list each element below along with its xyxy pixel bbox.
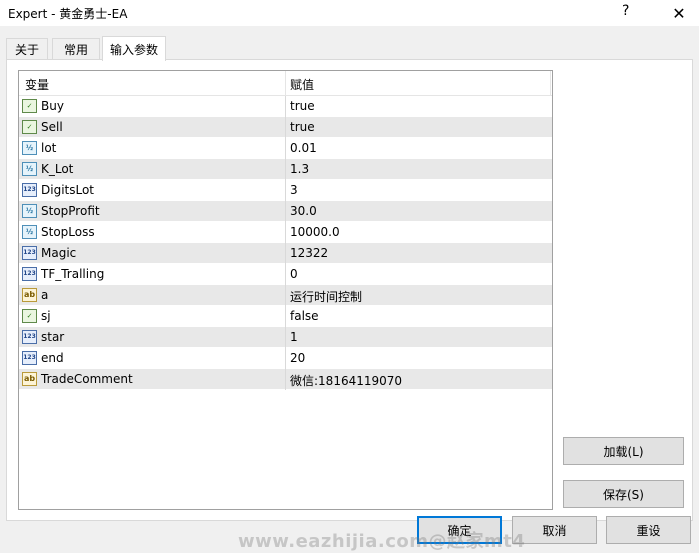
parameter-value[interactable]: 30.0 — [290, 204, 317, 218]
title-bar: Expert - 黄金勇士-EA ? ✕ — [0, 0, 699, 26]
table-row[interactable]: 123 end 20 — [19, 348, 552, 369]
parameter-value[interactable]: 0 — [290, 267, 298, 281]
table-row[interactable]: ✓ Sell true — [19, 117, 552, 138]
tab-about[interactable]: 关于 — [6, 38, 48, 60]
parameter-name: a — [41, 288, 49, 302]
parameter-value[interactable]: true — [290, 120, 315, 134]
parameter-name: sj — [41, 309, 51, 323]
table-row[interactable]: ½ lot 0.01 — [19, 138, 552, 159]
parameter-value[interactable]: 20 — [290, 351, 305, 365]
double-type-icon: ½ — [22, 225, 37, 239]
parameter-name: K_Lot — [41, 162, 74, 176]
watermark: www.eazhijia.com@赵家mt4 — [238, 531, 526, 552]
table-row[interactable]: 123 DigitsLot 3 — [19, 180, 552, 201]
parameter-name: StopProfit — [41, 204, 100, 218]
parameter-value[interactable]: 0.01 — [290, 141, 317, 155]
bool-type-icon: ✓ — [22, 99, 37, 113]
column-header-value[interactable]: 赋值 — [290, 76, 314, 93]
table-row[interactable]: 123 star 1 — [19, 327, 552, 348]
table-row[interactable]: ab TradeComment 微信:18164119070 — [19, 369, 552, 390]
integer-type-icon: 123 — [22, 330, 37, 344]
table-row[interactable]: ½ StopLoss 10000.0 — [19, 222, 552, 243]
grid-header: 变量 赋值 — [19, 71, 552, 96]
tab-common[interactable]: 常用 — [52, 38, 100, 60]
table-row[interactable]: ✓ Buy true — [19, 96, 552, 117]
table-row[interactable]: 123 Magic 12322 — [19, 243, 552, 264]
integer-type-icon: 123 — [22, 267, 37, 281]
parameter-value[interactable]: 1 — [290, 330, 298, 344]
save-button[interactable]: 保存(S) — [563, 480, 684, 508]
parameter-value[interactable]: 3 — [290, 183, 298, 197]
double-type-icon: ½ — [22, 204, 37, 218]
parameter-name: end — [41, 351, 64, 365]
parameter-value[interactable]: 1.3 — [290, 162, 309, 176]
double-type-icon: ½ — [22, 141, 37, 155]
close-icon[interactable]: ✕ — [664, 0, 694, 26]
parameters-grid: 变量 赋值 ✓ Buy true ✓ Sell true ½ lot 0.01 ½ K_Lot 1.3… — [18, 70, 553, 510]
integer-type-icon: 123 — [22, 351, 37, 365]
parameter-value[interactable]: 12322 — [290, 246, 328, 260]
load-button[interactable]: 加载(L) — [563, 437, 684, 465]
bool-type-icon: ✓ — [22, 120, 37, 134]
parameter-name: TradeComment — [41, 372, 133, 386]
table-row[interactable]: ab a 运行时间控制 — [19, 285, 552, 306]
bool-type-icon: ✓ — [22, 309, 37, 323]
parameter-name: Buy — [41, 99, 64, 113]
column-header-variable[interactable]: 变量 — [25, 76, 49, 93]
parameter-name: TF_Tralling — [41, 267, 105, 281]
help-icon[interactable]: ? — [622, 3, 629, 19]
table-row[interactable]: ½ StopProfit 30.0 — [19, 201, 552, 222]
parameter-name: StopLoss — [41, 225, 95, 239]
parameter-value[interactable]: false — [290, 309, 319, 323]
table-row[interactable]: ✓ sj false — [19, 306, 552, 327]
parameter-name: Magic — [41, 246, 77, 260]
parameter-value[interactable]: 运行时间控制 — [290, 288, 362, 305]
tab-inputs[interactable]: 输入参数 — [102, 36, 166, 61]
table-row[interactable]: ½ K_Lot 1.3 — [19, 159, 552, 180]
parameter-value[interactable]: 微信:18164119070 — [290, 372, 402, 389]
reset-button[interactable]: 重设 — [606, 516, 691, 544]
string-type-icon: ab — [22, 372, 37, 386]
parameter-value[interactable]: true — [290, 99, 315, 113]
parameter-name: DigitsLot — [41, 183, 95, 197]
parameter-name: lot — [41, 141, 57, 155]
parameter-value[interactable]: 10000.0 — [290, 225, 340, 239]
window-title: Expert - 黄金勇士-EA — [8, 7, 128, 21]
integer-type-icon: 123 — [22, 183, 37, 197]
integer-type-icon: 123 — [22, 246, 37, 260]
parameter-name: star — [41, 330, 65, 344]
double-type-icon: ½ — [22, 162, 37, 176]
parameter-name: Sell — [41, 120, 63, 134]
string-type-icon: ab — [22, 288, 37, 302]
table-row[interactable]: 123 TF_Tralling 0 — [19, 264, 552, 285]
